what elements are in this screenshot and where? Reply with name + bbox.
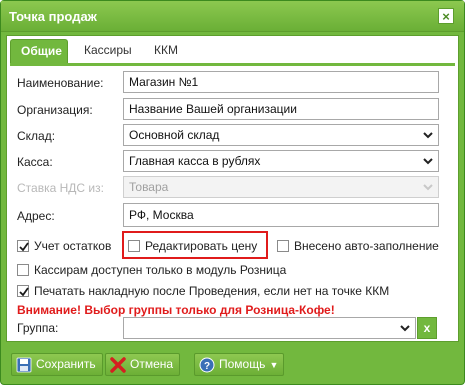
group-warning: Внимание! Выбор группы только для Розниц… <box>17 303 335 317</box>
retail-only-label: Кассирам доступен только в модуль Розниц… <box>34 263 287 277</box>
auto-fill-label: Внесено авто-заполнение <box>294 239 439 253</box>
checkbox-icon[interactable] <box>17 264 29 276</box>
cashbox-value: Главная касса в рублях <box>129 154 261 168</box>
cashbox-select[interactable]: Главная касса в рублях <box>123 150 439 172</box>
chevron-down-icon[interactable] <box>418 151 438 171</box>
tab-bar: Общие Кассиры ККМ <box>10 39 455 63</box>
chevron-down-icon[interactable] <box>418 125 438 145</box>
close-button[interactable]: × <box>438 8 454 24</box>
caret-down-icon: ▼ <box>269 360 279 370</box>
svg-text:?: ? <box>204 361 210 372</box>
window-title: Точка продаж <box>9 9 97 24</box>
auto-fill-checkbox[interactable]: Внесено авто-заполнение <box>277 239 439 253</box>
group-select[interactable] <box>123 317 416 339</box>
cashbox-label: Касса: <box>17 155 53 169</box>
name-label: Наименование: <box>17 76 104 90</box>
tab-kkm[interactable]: ККМ <box>144 39 188 63</box>
save-button[interactable]: Сохранить <box>11 353 103 376</box>
form-panel: Общие Кассиры ККМ Наименование: Магазин … <box>6 35 459 342</box>
checkbox-checked-icon[interactable] <box>17 240 29 252</box>
cancel-label: Отмена <box>130 357 174 371</box>
save-label: Сохранить <box>36 357 96 371</box>
retail-only-checkbox[interactable]: Кассирам доступен только в модуль Розниц… <box>17 263 286 277</box>
warehouse-value: Основной склад <box>129 128 220 142</box>
print-invoice-checkbox[interactable]: Печатать накладную после Проведения, есл… <box>17 284 389 298</box>
group-clear-button[interactable]: x <box>417 317 437 339</box>
help-label: Помощь <box>219 357 266 371</box>
checkbox-icon[interactable] <box>277 240 289 252</box>
warehouse-label: Склад: <box>17 129 56 143</box>
help-button[interactable]: ? Помощь ▼ <box>194 353 285 376</box>
help-question-icon: ? <box>199 357 215 373</box>
cancel-x-icon <box>110 357 126 373</box>
chevron-down-icon <box>418 177 438 197</box>
edit-price-highlight <box>122 231 268 259</box>
organization-label: Организация: <box>17 103 93 117</box>
dialog-window: Точка продаж × Общие Кассиры ККМ Наимено… <box>0 0 465 385</box>
cancel-button[interactable]: Отмена <box>105 353 181 376</box>
group-label: Группа: <box>17 321 59 335</box>
tab-strip <box>10 63 455 66</box>
address-field[interactable]: РФ, Москва <box>123 203 439 227</box>
stock-tracking-label: Учет остатков <box>34 239 112 253</box>
title-bar[interactable]: Точка продаж × <box>1 1 464 32</box>
tab-cashiers[interactable]: Кассиры <box>74 39 142 63</box>
floppy-disk-icon <box>16 357 32 373</box>
vat-label: Ставка НДС из: <box>17 181 104 195</box>
organization-field[interactable]: Название Вашей организации <box>123 98 439 120</box>
vat-select: Товара <box>123 176 439 198</box>
tab-general[interactable]: Общие <box>10 39 68 63</box>
checkbox-checked-icon[interactable] <box>17 285 29 297</box>
vat-value: Товара <box>129 180 169 194</box>
name-field[interactable]: Магазин №1 <box>123 71 439 93</box>
warehouse-select[interactable]: Основной склад <box>123 124 439 146</box>
stock-tracking-checkbox[interactable]: Учет остатков <box>17 239 111 253</box>
print-invoice-label: Печатать накладную после Проведения, есл… <box>34 284 390 298</box>
address-label: Адрес: <box>17 209 55 223</box>
chevron-down-icon[interactable] <box>395 318 415 338</box>
